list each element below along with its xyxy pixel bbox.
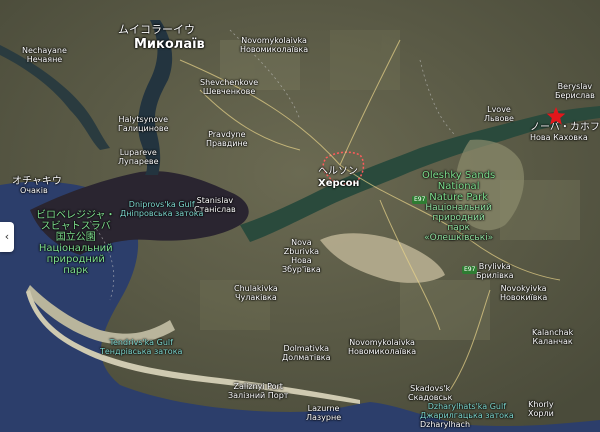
pan-left-button[interactable]: ‹ — [0, 222, 14, 252]
red-star-marker[interactable] — [546, 106, 566, 126]
lazurne-label: Lazurne Лазурне — [306, 404, 342, 422]
kherson-label: Херсон — [318, 178, 360, 189]
zaliznyi-port-label: Zaliznyi Port Залізний Порт — [228, 382, 289, 400]
skadovsk-label: Skadovs'k Скадовськ — [408, 384, 453, 402]
road-shield-e97: E97 — [412, 196, 428, 204]
kalanchak-label: Kalanchak Каланчак — [532, 328, 574, 346]
lupareve-label: Lupareve Лупареве — [118, 148, 159, 166]
oleshky-sands-label: Oleshky Sands National Nature Park Націо… — [422, 170, 496, 243]
novokyivka-label: Novokyivka Новокиївка — [500, 284, 548, 302]
novomykolaivka-south-label: Novomykolaivka Новомиколаївка — [348, 338, 417, 356]
khorly-label: Khorly Хорли — [528, 400, 554, 418]
satellite-map[interactable]: ムイコラーイウ Миколаїв Nechayane Нечаяне Novomy… — [0, 0, 600, 432]
beryslav-label: Beryslav Берислав — [555, 82, 595, 100]
halytsynove-label: Halytsynove Галицинове — [118, 115, 169, 133]
novomykolaivka-north-label: Novomykolaivka Новомиколаївка — [240, 36, 309, 54]
lvove-label: Lvove Львове — [484, 105, 514, 123]
chulakivka-label: Chulakivka Чулаківка — [234, 284, 278, 302]
nova-zburivka-label: Nova Zburivka Нова Збур'ївка — [282, 238, 321, 274]
shevchenkove-label: Shevchenkove Шевченкове — [200, 78, 259, 96]
dolmativka-label: Dolmativka Долматівка — [282, 344, 331, 362]
nova-kakhovka-label: Нова Каховка — [530, 133, 588, 142]
ochakiv-label: Очаків — [20, 186, 48, 195]
brylivka-label: Brylivka Брилівка — [476, 262, 514, 280]
dzharylhats-gulf-label: Dzharylhats'ka Gulf Джарилгацька затока — [420, 402, 514, 420]
mykolaiv-label: Миколаїв — [134, 37, 205, 52]
biloberezhzhia-park-label: ビロベレジジャ・ スビャトスラバ 国立公園 Національний приро… — [36, 210, 116, 276]
road-shield-e97: E97 — [462, 266, 478, 274]
kherson-jp-label: ヘルソン — [318, 166, 358, 177]
dniprovs-gulf-label: Dniprovs'ka Gulf Дніпровська затока — [120, 200, 204, 218]
mykolaiv-jp-label: ムイコラーイウ — [118, 23, 195, 36]
nechayane-label: Nechayane Нечаяне — [22, 46, 67, 64]
pravdyne-label: Pravdyne Правдине — [206, 130, 248, 148]
dzharylhach-label: Dzharylhach — [420, 420, 471, 429]
tendrivs-gulf-label: Tendrivs'ka Gulf Тендрівська затока — [100, 338, 183, 356]
